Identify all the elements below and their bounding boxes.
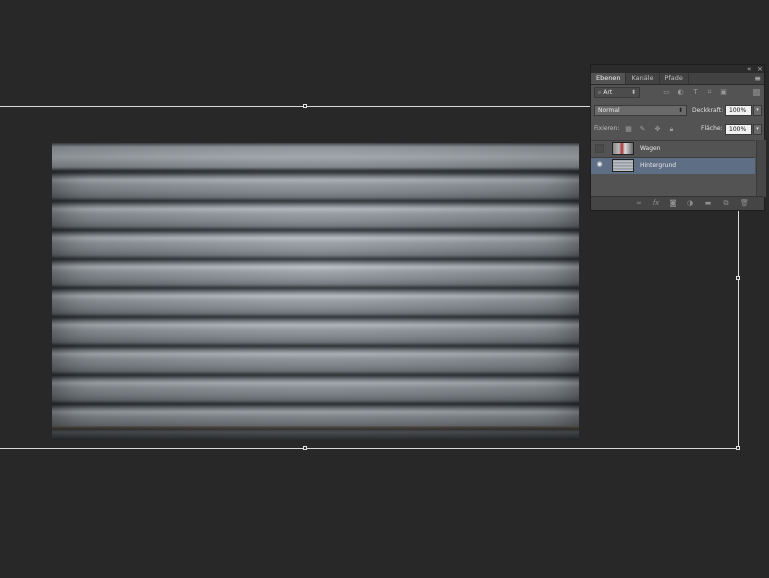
blend-mode-value: Normal (598, 107, 620, 114)
layers-panel: « × Ebenen Kanäle Pfade ≡ ⌕ Art ⬍ ▭ ◐ T … (590, 64, 766, 211)
layers-list: Wagen ◉ Hintergrund (591, 140, 766, 197)
layer-thumbnail (612, 159, 634, 172)
filter-value: Art (603, 89, 613, 96)
lock-position-icon[interactable]: ✥ (654, 126, 661, 133)
shutter-shading (52, 143, 579, 440)
opacity-input[interactable]: 100% (725, 105, 752, 116)
eye-icon[interactable]: ◉ (595, 161, 604, 170)
transform-handle-top-center[interactable] (303, 104, 307, 108)
image-filter-icon[interactable]: ▭ (663, 89, 670, 96)
lock-label: Fixieren: (594, 125, 620, 132)
layer-filter-select[interactable]: ⌕ Art ⬍ (594, 87, 640, 98)
close-icon[interactable]: × (757, 65, 763, 73)
roller-shutter-image[interactable] (52, 143, 579, 440)
link-icon[interactable]: ∞ (635, 200, 643, 207)
collapse-icon[interactable]: « (747, 65, 751, 73)
fx-icon[interactable]: fx (652, 200, 660, 207)
opacity-value: 100% (729, 107, 747, 114)
shape-filter-icon[interactable]: ⌑ (706, 89, 713, 96)
mask-icon[interactable]: ◙ (669, 200, 677, 207)
lock-image-icon[interactable]: ✎ (639, 126, 646, 133)
chevron-updown-icon: ⬍ (677, 107, 683, 114)
layers-scrollbar[interactable] (756, 140, 766, 197)
visibility-toggle-empty[interactable] (595, 144, 604, 153)
layers-bottom-toolbar: ∞ fx ◙ ◑ ▬ ⧉ 🗑︎ (591, 196, 764, 210)
fill-value: 100% (729, 126, 747, 133)
fill-label: Fläche: (701, 125, 723, 132)
tab-kanaele[interactable]: Kanäle (626, 73, 660, 84)
layer-name: Hintergrund (640, 162, 677, 169)
tab-ebenen[interactable]: Ebenen (591, 73, 627, 84)
adjustment-icon[interactable]: ◑ (686, 200, 694, 207)
transform-bottom-edge (0, 448, 739, 449)
fill-slider-button[interactable]: ▾ (753, 124, 762, 135)
group-folder-icon[interactable]: ▬ (704, 200, 712, 207)
layer-thumbnail (612, 142, 634, 155)
smart-object-filter-icon[interactable]: ▣ (720, 89, 727, 96)
transform-handle-bottom-center[interactable] (303, 446, 307, 450)
fill-input[interactable]: 100% (725, 124, 752, 135)
layer-row-hintergrund[interactable]: ◉ Hintergrund (591, 157, 755, 174)
new-layer-icon[interactable]: ⧉ (722, 200, 730, 207)
layer-row-wagen[interactable]: Wagen (591, 140, 755, 157)
filter-toggle[interactable] (753, 89, 760, 96)
layer-name: Wagen (640, 145, 661, 152)
panel-titlebar: « × (591, 65, 764, 73)
opacity-label: Deckkraft: (692, 107, 724, 114)
tab-pfade[interactable]: Pfade (660, 73, 689, 84)
adjustment-filter-icon[interactable]: ◐ (677, 89, 684, 96)
panel-menu-icon[interactable]: ≡ (754, 73, 764, 84)
lock-all-icon[interactable]: 🔒︎ (668, 126, 675, 133)
chevron-updown-icon: ⬍ (630, 89, 636, 96)
transform-handle-bottom-right[interactable] (736, 446, 740, 450)
trash-icon[interactable]: 🗑︎ (740, 200, 749, 207)
type-filter-icon[interactable]: T (692, 89, 699, 96)
transform-handle-middle-right[interactable] (736, 276, 740, 280)
panel-tabs: Ebenen Kanäle Pfade ≡ (591, 73, 764, 85)
blend-mode-select[interactable]: Normal ⬍ (594, 105, 687, 116)
lock-transparent-icon[interactable]: ▦ (625, 126, 632, 133)
opacity-slider-button[interactable]: ▾ (753, 105, 762, 116)
